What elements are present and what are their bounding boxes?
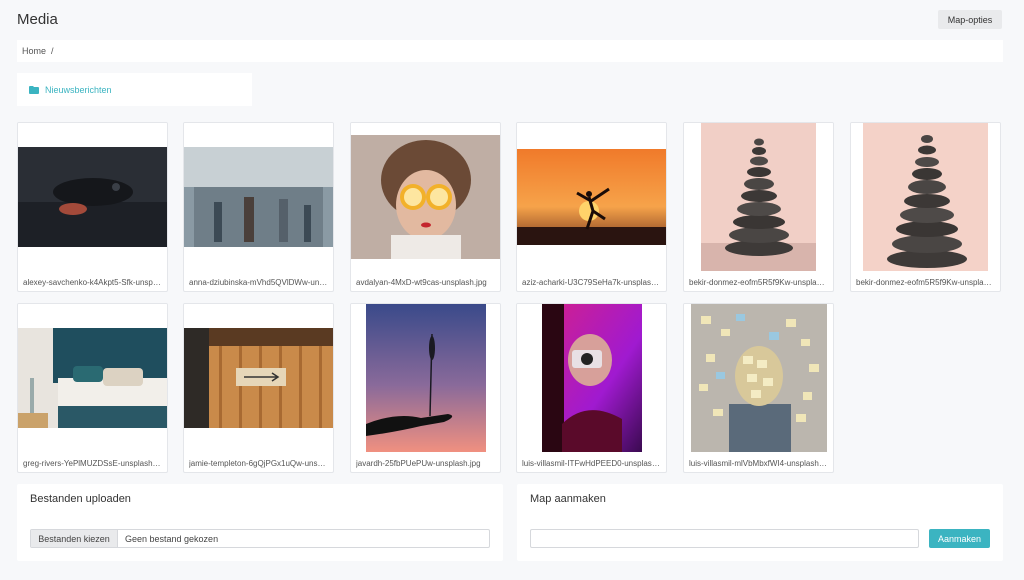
media-thumbnail xyxy=(684,304,833,452)
media-filename: luis-villasmil-ITFwHdPEED0-unsplash.jpg xyxy=(522,459,661,468)
media-thumbnail xyxy=(684,123,833,271)
no-file-chosen-text: Geen bestand gekozen xyxy=(125,533,219,544)
folder-item-nieuwsberichten[interactable]: Nieuwsberichten xyxy=(17,73,252,106)
media-card[interactable]: bekir-donmez-eofm5R5f9Kw-unsplash-1.jpg xyxy=(850,122,1001,292)
folder-label: Nieuwsberichten xyxy=(45,84,112,95)
file-upload-input[interactable]: Bestanden kiezen Geen bestand gekozen xyxy=(30,529,490,548)
breadcrumb-separator: / xyxy=(51,46,54,56)
media-card[interactable]: jamie-templeton-6gQjPGx1uQw-unsplash.jpg xyxy=(183,303,334,473)
media-card[interactable]: greg-rivers-YePlMUZDSsE-unsplash.jpg xyxy=(17,303,168,473)
media-thumbnail xyxy=(351,123,500,271)
media-filename: bekir-donmez-eofm5R5f9Kw-unsplash.jpg xyxy=(689,278,828,287)
choose-files-button[interactable]: Bestanden kiezen xyxy=(31,530,118,547)
media-card[interactable]: alexey-savchenko-k4Akpt5-Sfk-unsplash.jp… xyxy=(17,122,168,292)
create-folder-button[interactable]: Aanmaken xyxy=(929,529,990,548)
folder-name-input[interactable] xyxy=(530,529,919,548)
folder-icon xyxy=(29,85,39,94)
breadcrumb: Home / xyxy=(17,40,1003,62)
media-filename: alexey-savchenko-k4Akpt5-Sfk-unsplash.jp… xyxy=(23,278,162,287)
media-thumbnail xyxy=(351,304,500,452)
media-filename: bekir-donmez-eofm5R5f9Kw-unsplash-1.jpg xyxy=(856,278,995,287)
media-card[interactable]: bekir-donmez-eofm5R5f9Kw-unsplash.jpg xyxy=(683,122,834,292)
media-card[interactable]: javardh-25fbPUePUw-unsplash.jpg xyxy=(350,303,501,473)
media-thumbnail xyxy=(851,123,1000,271)
media-thumbnail xyxy=(517,304,666,452)
media-thumbnail xyxy=(517,123,666,271)
breadcrumb-home[interactable]: Home xyxy=(22,46,46,56)
media-card[interactable]: aziz-acharki-U3C79SeHa7k-unsplash.jpg xyxy=(516,122,667,292)
media-thumbnail xyxy=(184,123,333,271)
media-filename: luis-villasmil-mlVbMbxfWI4-unsplash.jpg xyxy=(689,459,828,468)
media-filename: javardh-25fbPUePUw-unsplash.jpg xyxy=(356,459,481,468)
upload-panel: Bestanden uploaden Bestanden kiezen Geen… xyxy=(17,484,503,561)
upload-title: Bestanden uploaden xyxy=(30,493,131,505)
media-filename: greg-rivers-YePlMUZDSsE-unsplash.jpg xyxy=(23,459,162,468)
media-card[interactable]: luis-villasmil-mlVbMbxfWI4-unsplash.jpg xyxy=(683,303,834,473)
create-folder-panel: Map aanmaken Aanmaken xyxy=(517,484,1003,561)
media-thumbnail xyxy=(18,304,167,452)
media-card[interactable]: avdalyan-4MxD-wt9cas-unsplash.jpg xyxy=(350,122,501,292)
media-card[interactable]: anna-dziubinska-mVhd5QVlDWw-unsplash.jpg xyxy=(183,122,334,292)
media-filename: jamie-templeton-6gQjPGx1uQw-unsplash.jpg xyxy=(189,459,328,468)
map-options-button[interactable]: Map-opties xyxy=(938,10,1002,29)
media-thumbnail xyxy=(184,304,333,452)
media-card[interactable]: luis-villasmil-ITFwHdPEED0-unsplash.jpg xyxy=(516,303,667,473)
media-thumbnail xyxy=(18,123,167,271)
media-filename: anna-dziubinska-mVhd5QVlDWw-unsplash.jpg xyxy=(189,278,328,287)
media-filename: avdalyan-4MxD-wt9cas-unsplash.jpg xyxy=(356,278,487,287)
create-folder-title: Map aanmaken xyxy=(530,493,606,505)
page-title: Media xyxy=(17,11,58,28)
media-filename: aziz-acharki-U3C79SeHa7k-unsplash.jpg xyxy=(522,278,661,287)
